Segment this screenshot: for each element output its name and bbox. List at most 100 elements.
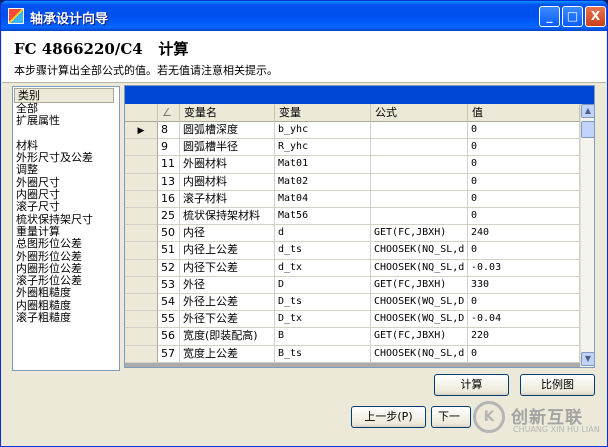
cell-formula[interactable]: CHOOSEK(WQ_SL,D (371, 294, 468, 312)
cell-formula[interactable]: CHOOSEK(NQ_SL,d (371, 345, 468, 363)
row-header[interactable] (125, 259, 158, 277)
row-header[interactable]: ▶ (125, 122, 158, 140)
table-row[interactable]: 52 内径下公差 d_tx CHOOSEK(NQ_SL,d -0.03 (125, 259, 580, 277)
row-header[interactable] (125, 294, 158, 312)
cell-value[interactable]: 0 (468, 122, 580, 140)
row-header[interactable] (125, 208, 158, 226)
cell-variable[interactable]: Mat04 (275, 190, 371, 208)
cell-value[interactable]: 0 (468, 173, 580, 191)
table-row[interactable]: 11 外圈材料 Mat01 0 (125, 156, 580, 174)
column-header-formula[interactable]: 公式 (371, 104, 468, 122)
row-header[interactable] (125, 276, 158, 294)
cell-variable-name[interactable]: 外圈材料 (180, 156, 275, 174)
cell-variable-name[interactable]: 宽度(即装配高) (180, 328, 275, 346)
category-item[interactable]: 滚子尺寸 (16, 201, 118, 213)
row-header[interactable] (125, 345, 158, 363)
table-row[interactable]: 56 宽度(即装配高) B GET(FC,JBXH) 220 (125, 328, 580, 346)
cell-variable[interactable]: Mat02 (275, 173, 371, 191)
scroll-down-icon[interactable]: ▼ (581, 352, 594, 366)
cell-variable-name[interactable]: 内圈材料 (180, 173, 275, 191)
cell-variable-name[interactable]: 外径 (180, 276, 275, 294)
row-header[interactable] (125, 242, 158, 260)
cell-variable[interactable]: Mat56 (275, 208, 371, 226)
cell-id[interactable]: 11 (158, 156, 180, 174)
cell-value[interactable]: 0 (468, 345, 580, 363)
cell-variable[interactable]: D_ts (275, 294, 371, 312)
cell-value[interactable]: -0.04 (468, 311, 580, 329)
table-row[interactable]: 53 外径 D GET(FC,JBXH) 330 (125, 276, 580, 294)
cell-variable[interactable]: D (275, 276, 371, 294)
table-row[interactable]: ▶ 8 圆弧槽深度 b_yhc 0 (125, 122, 580, 140)
cell-variable[interactable]: Mat01 (275, 156, 371, 174)
cell-formula[interactable] (371, 122, 468, 140)
cell-formula[interactable] (371, 173, 468, 191)
cell-id[interactable]: 55 (158, 311, 180, 329)
category-item[interactable]: 总图形位公差 (16, 238, 118, 250)
cell-formula[interactable] (371, 208, 468, 226)
cell-variable-name[interactable]: 内径上公差 (180, 242, 275, 260)
category-item[interactable]: 外圈粗糙度 (16, 287, 118, 299)
category-item[interactable]: 外圈形位公差 (16, 250, 118, 263)
table-row[interactable]: 54 外径上公差 D_ts CHOOSEK(WQ_SL,D 0 (125, 294, 580, 312)
row-header[interactable] (125, 190, 158, 208)
cell-value[interactable]: 0 (468, 139, 580, 157)
cell-variable[interactable]: B (275, 328, 371, 346)
cell-value[interactable]: 220 (468, 328, 580, 346)
cell-id[interactable]: 25 (158, 208, 180, 226)
scroll-up-icon[interactable]: ▲ (581, 104, 594, 118)
cell-id[interactable]: 8 (158, 122, 180, 140)
cell-variable[interactable]: b_yhc (275, 122, 371, 140)
column-header-value[interactable]: 值 (468, 104, 580, 122)
cell-value[interactable]: 0 (468, 242, 580, 260)
cell-id[interactable]: 54 (158, 294, 180, 312)
table-row[interactable]: 57 宽度上公差 B_ts CHOOSEK(NQ_SL,d 0 (125, 345, 580, 363)
cell-variable-name[interactable]: 圆弧槽半径 (180, 139, 275, 157)
column-header-name[interactable]: 变量名 (180, 104, 275, 122)
cell-formula[interactable]: GET(FC,JBXH) (371, 276, 468, 294)
cell-variable[interactable]: D_tx (275, 311, 371, 329)
cell-formula[interactable]: CHOOSEK(NQ_SL,d (371, 242, 468, 260)
cell-variable-name[interactable]: 梳状保持架材料 (180, 208, 275, 226)
cell-formula[interactable]: GET(FC,JBXH) (371, 225, 468, 243)
cell-id[interactable]: 13 (158, 173, 180, 191)
table-row[interactable]: 13 内圈材料 Mat02 0 (125, 173, 580, 191)
cell-value[interactable]: 0 (468, 294, 580, 312)
cell-value[interactable]: 0 (468, 190, 580, 208)
row-header[interactable] (125, 173, 158, 191)
cell-variable-name[interactable]: 滚子材料 (180, 190, 275, 208)
table-row[interactable]: 25 梳状保持架材料 Mat56 0 (125, 208, 580, 226)
cell-variable[interactable]: d (275, 225, 371, 243)
maximize-button[interactable]: □ (562, 6, 583, 27)
calculate-button[interactable]: 计算 (434, 374, 509, 396)
cell-formula[interactable]: CHOOSEK(WQ_SL,D (371, 311, 468, 329)
cell-id[interactable]: 52 (158, 259, 180, 277)
title-bar[interactable]: 轴承设计向导 _ □ X (1, 1, 607, 31)
table-row[interactable]: 50 内径 d GET(FC,JBXH) 240 (125, 225, 580, 243)
table-row[interactable]: 55 外径下公差 D_tx CHOOSEK(WQ_SL,D -0.04 (125, 311, 580, 329)
minimize-button[interactable]: _ (539, 6, 560, 27)
cell-variable-name[interactable]: 宽度上公差 (180, 345, 275, 363)
sort-indicator-icon[interactable]: ∠ (158, 104, 180, 122)
cell-variable[interactable]: d_ts (275, 242, 371, 260)
cell-variable[interactable]: R_yhc (275, 139, 371, 157)
previous-step-button[interactable]: 上一步(P) (351, 406, 426, 428)
cell-id[interactable]: 50 (158, 225, 180, 243)
cell-id[interactable]: 56 (158, 328, 180, 346)
scroll-thumb[interactable] (581, 121, 594, 138)
cell-id[interactable]: 16 (158, 190, 180, 208)
cell-variable[interactable]: d_tx (275, 259, 371, 277)
table-row[interactable]: 16 滚子材料 Mat04 0 (125, 190, 580, 208)
column-header-variable[interactable]: 变量 (275, 104, 371, 122)
cell-formula[interactable] (371, 156, 468, 174)
category-item[interactable]: 滚子粗糙度 (16, 311, 118, 324)
cell-variable[interactable]: B_ts (275, 345, 371, 363)
cell-formula[interactable] (371, 190, 468, 208)
scale-chart-button[interactable]: 比例图 (520, 374, 595, 396)
cell-formula[interactable]: GET(FC,JBXH) (371, 328, 468, 346)
row-header[interactable] (125, 156, 158, 174)
row-header[interactable] (125, 328, 158, 346)
cell-formula[interactable]: CHOOSEK(NQ_SL,d (371, 259, 468, 277)
cell-value[interactable]: -0.03 (468, 259, 580, 277)
table-row[interactable]: 9 圆弧槽半径 R_yhc 0 (125, 139, 580, 157)
cell-id[interactable]: 51 (158, 242, 180, 260)
